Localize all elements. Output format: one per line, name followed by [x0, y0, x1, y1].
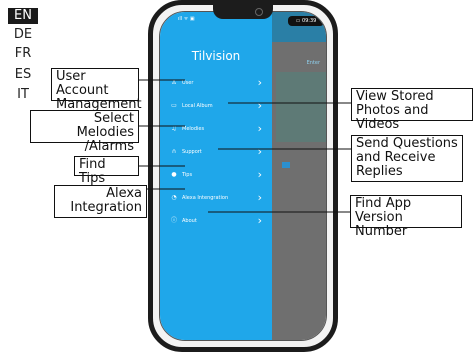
- menu-item-melodies[interactable]: ♫ Melodies ›: [160, 121, 272, 139]
- menu-item-alexa[interactable]: ◔ Alexa Intengration ›: [160, 190, 272, 208]
- menu-item-support[interactable]: ∩ Support ›: [160, 144, 272, 162]
- phone-frame: Enter Tilvision ♙ User › ▭ Local Album ›…: [148, 0, 338, 352]
- status-bar-left: ıll ᯤ ▣: [178, 16, 195, 22]
- menu-item-label: Tips: [182, 172, 193, 178]
- language-it[interactable]: IT: [8, 87, 38, 103]
- menu-item-local-album[interactable]: ▭ Local Album ›: [160, 98, 272, 116]
- chevron-right-icon: ›: [257, 122, 262, 135]
- background-edit-label: Enter: [306, 60, 320, 66]
- menu-item-label: Support: [182, 149, 202, 155]
- info-icon: ⓘ: [170, 217, 177, 224]
- alexa-icon: ◔: [171, 194, 177, 201]
- menu-item-label: Alexa Intengration: [182, 195, 229, 201]
- menu-item-label: Local Album: [182, 103, 213, 109]
- camera-icon: [255, 8, 263, 16]
- phone-notch: [213, 5, 273, 19]
- chevron-right-icon: ›: [257, 168, 262, 181]
- language-es[interactable]: ES: [8, 67, 38, 83]
- app-title: Tilvision: [191, 49, 241, 63]
- chevron-right-icon: ›: [257, 76, 262, 89]
- language-en[interactable]: EN: [8, 8, 38, 24]
- chevron-right-icon: ›: [257, 214, 262, 227]
- language-de[interactable]: DE: [8, 27, 38, 43]
- language-fr[interactable]: FR: [8, 46, 38, 62]
- headset-icon: ∩: [171, 148, 177, 155]
- chevron-right-icon: ›: [257, 145, 262, 158]
- callout-about: Find App Version Number: [350, 195, 462, 239]
- side-drawer: Tilvision ♙ User › ▭ Local Album › ♫ Mel…: [160, 12, 272, 340]
- bulb-icon: ●: [171, 171, 177, 178]
- menu-item-user[interactable]: ♙ User ›: [160, 75, 272, 93]
- menu-item-tips[interactable]: ● Tips ›: [160, 167, 272, 185]
- callout-melodies: Select Melodies /Alarms: [30, 110, 139, 154]
- callout-tips: Find Tips: [74, 156, 139, 186]
- chevron-right-icon: ›: [257, 191, 262, 204]
- background-thumbnail: [282, 162, 290, 168]
- user-icon: ♙: [171, 79, 177, 86]
- album-icon: ▭: [171, 102, 177, 109]
- music-icon: ♫: [171, 125, 177, 132]
- background-photo: [276, 72, 326, 142]
- app-background: Enter: [272, 12, 326, 340]
- menu-item-about[interactable]: ⓘ About ›: [160, 213, 272, 231]
- menu-item-label: About: [182, 218, 197, 224]
- callout-support: Send Questions and Receive Replies: [351, 135, 463, 182]
- phone-screen: Enter Tilvision ♙ User › ▭ Local Album ›…: [159, 11, 327, 341]
- menu-item-label: Melodies: [182, 126, 205, 132]
- chevron-right-icon: ›: [257, 99, 262, 112]
- callout-album: View Stored Photos and Videos: [351, 88, 473, 132]
- callout-alexa: Alexa Integration: [54, 185, 147, 218]
- status-bar-right: ▭ 09:39: [288, 16, 324, 26]
- callout-user: User Account Management: [51, 68, 142, 112]
- menu-item-label: User: [182, 80, 194, 86]
